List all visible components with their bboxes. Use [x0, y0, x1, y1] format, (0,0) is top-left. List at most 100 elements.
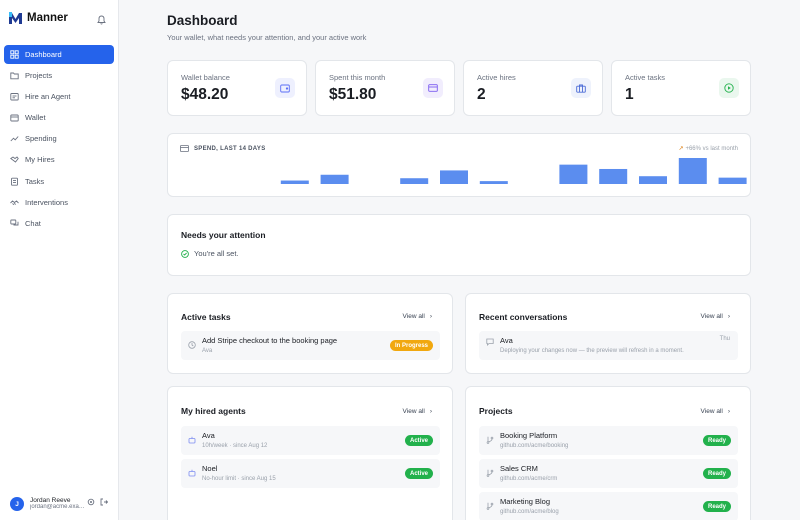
stat-value: $48.20 — [181, 86, 229, 103]
sidebar-item-tasks[interactable]: Tasks — [4, 172, 114, 191]
sidebar: Manner Dashboard Projects Hire an Agent … — [0, 0, 119, 520]
chat-icon — [486, 338, 494, 346]
logout-icon[interactable] — [100, 498, 108, 506]
projects-card: Projects View all › Booking Platform gith… — [465, 386, 751, 520]
view-all-label: View all — [700, 408, 723, 415]
status-badge: Active — [404, 435, 433, 446]
project-repo: github.com/acme/crm — [500, 476, 558, 482]
project-name: Booking Platform — [500, 431, 558, 440]
sidebar-item-my-hires[interactable]: My Hires — [4, 150, 114, 169]
bell-icon — [97, 15, 106, 25]
sidebar-item-hire-an-agent[interactable]: Hire an Agent — [4, 87, 114, 106]
sidebar-item-dashboard[interactable]: Dashboard — [4, 45, 114, 64]
conversation-name: Ava — [500, 336, 513, 345]
sidebar-item-label: Spending — [25, 134, 57, 144]
chat-icon — [10, 219, 19, 228]
project-row[interactable]: Marketing Blog github.com/acme/blog Read… — [479, 492, 738, 520]
clipboard-icon — [10, 177, 19, 186]
hired-agents-card: My hired agents View all › Ava 10h/week ·… — [167, 386, 453, 520]
stat-card-active-hires[interactable]: Active hires 2 — [463, 60, 603, 116]
agent-details: 10h/week · since Aug 12 — [202, 443, 268, 449]
project-row[interactable]: Booking Platform github.com/acme/booking… — [479, 426, 738, 455]
conversation-row[interactable]: Ava Deploying your changes now — the pre… — [479, 331, 738, 360]
view-all-link[interactable]: View all › — [403, 408, 432, 415]
notifications-button[interactable] — [97, 12, 106, 30]
sidebar-item-chat[interactable]: Chat — [4, 214, 114, 233]
trend-icon — [10, 134, 19, 143]
view-all-link[interactable]: View all › — [701, 313, 730, 320]
stat-label: Active tasks — [625, 73, 666, 82]
grid-icon — [10, 50, 19, 59]
sidebar-item-label: Projects — [25, 71, 53, 81]
attention-title: Needs your attention — [181, 230, 266, 240]
view-all-label: View all — [700, 313, 723, 320]
agent-row[interactable]: Ava 10h/week · since Aug 12 Active — [181, 426, 440, 455]
sidebar-item-label: Wallet — [25, 113, 46, 123]
bot-icon — [188, 469, 196, 477]
view-all-label: View all — [402, 408, 425, 415]
avatar: J — [10, 497, 24, 511]
settings-icon[interactable] — [87, 498, 95, 506]
sidebar-item-label: Hire an Agent — [25, 92, 71, 102]
attention-status: You're all set. — [181, 249, 239, 258]
task-row[interactable]: Add Stripe checkout to the booking page … — [181, 331, 440, 360]
check-circle-icon — [181, 249, 189, 258]
chevron-right-icon: › — [727, 408, 730, 415]
id-card-icon — [10, 92, 19, 101]
spend-bar-2 — [280, 180, 309, 184]
chevron-right-icon: › — [429, 408, 432, 415]
stat-card-active-tasks[interactable]: Active tasks 1 — [611, 60, 751, 116]
play-circle-icon — [719, 78, 739, 98]
stat-label: Spent this month — [329, 73, 386, 82]
agent-name: Ava — [202, 431, 215, 440]
sidebar-item-interventions[interactable]: Interventions — [4, 193, 114, 212]
app-name: Manner — [27, 12, 68, 24]
project-name: Sales CRM — [500, 464, 538, 473]
sidebar-item-label: Dashboard — [25, 50, 62, 59]
agent-details: No-hour limit · since Aug 15 — [202, 476, 276, 482]
logo-icon — [9, 12, 22, 24]
conversation-message: Deploying your changes now — the preview… — [500, 348, 684, 354]
agent-name: Noel — [202, 464, 218, 473]
sidebar-item-label: My Hires — [25, 155, 55, 165]
sidebar-item-projects[interactable]: Projects — [4, 66, 114, 85]
status-badge: Active — [404, 468, 433, 479]
git-branch-icon — [486, 469, 494, 477]
page-title: Dashboard — [167, 13, 238, 28]
project-name: Marketing Blog — [500, 497, 551, 506]
spend-bar-13 — [718, 177, 747, 184]
trend-up-icon: ↗ — [678, 146, 684, 152]
user-profile[interactable]: J Jordan Reeve jordan@acme.example — [10, 495, 114, 513]
sidebar-item-spending[interactable]: Spending — [4, 129, 114, 148]
handshake-icon — [10, 198, 19, 207]
sidebar-item-wallet[interactable]: Wallet — [4, 108, 114, 127]
status-badge: In Progress — [389, 340, 433, 351]
stat-label: Wallet balance — [181, 73, 230, 82]
agent-row[interactable]: Noel No-hour limit · since Aug 15 Active — [181, 459, 440, 488]
clock-icon — [188, 341, 196, 349]
handshake-icon — [10, 155, 19, 164]
project-row[interactable]: Sales CRM github.com/acme/crm Ready — [479, 459, 738, 488]
stat-card-wallet-balance[interactable]: Wallet balance $48.20 — [167, 60, 307, 116]
spend-chart-card: SPEND, LAST 14 DAYS ↗ +66% vs last month — [167, 133, 751, 197]
spend-bar-9 — [559, 164, 588, 184]
recent-conversations-card: Recent conversations View all › Ava Deplo… — [465, 293, 751, 374]
spend-bar-12 — [678, 158, 707, 184]
task-title: Add Stripe checkout to the booking page — [202, 336, 338, 345]
sidebar-item-label: Interventions — [25, 197, 68, 207]
sidebar-nav: Dashboard Projects Hire an Agent Wallet … — [4, 45, 114, 235]
spend-bar-7 — [479, 181, 508, 184]
spend-trend-text: +66% vs last month — [685, 145, 738, 152]
stat-value: 1 — [625, 86, 634, 103]
brand[interactable]: Manner — [8, 10, 68, 26]
sidebar-item-label: Tasks — [25, 176, 45, 186]
stat-card-spent-this-month[interactable]: Spent this month $51.80 — [315, 60, 455, 116]
spend-chart — [280, 158, 747, 184]
sidebar-item-label: Chat — [25, 218, 41, 228]
spend-bar-11 — [639, 176, 667, 184]
user-email: jordan@acme.example — [30, 504, 85, 511]
spend-bar-10 — [599, 168, 628, 184]
folder-icon — [10, 71, 19, 80]
view-all-link[interactable]: View all › — [403, 313, 432, 320]
view-all-link[interactable]: View all › — [701, 408, 730, 415]
